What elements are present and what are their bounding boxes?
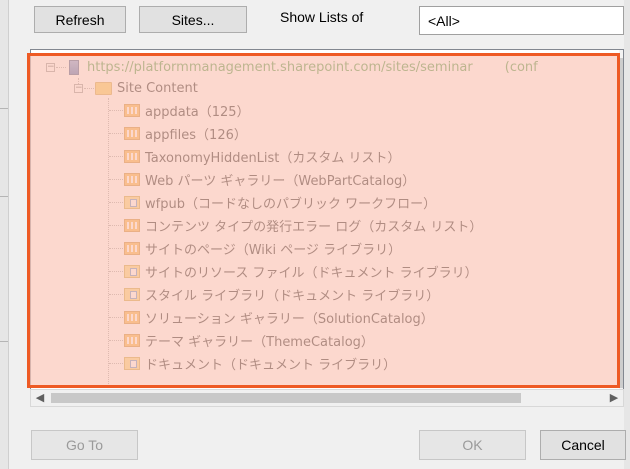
tree-connector [109,202,123,204]
ok-button[interactable]: OK [419,430,526,460]
tree-item-label: appdata（125） [145,105,250,120]
collapse-root-toggle[interactable]: − [46,63,55,72]
list-icon [124,219,140,232]
tree-connector [109,317,123,319]
library-icon [124,265,140,278]
tree-item[interactable]: サイトのリソース ファイル（ドキュメント ライブラリ） [124,261,478,282]
list-icon [124,311,140,324]
tree-item-label: スタイル ライブラリ（ドキュメント ライブラリ） [145,289,440,304]
library-icon [124,288,140,301]
tree-connector [109,294,123,296]
library-icon [124,357,140,370]
site-tree-view[interactable]: − https://platformmanagement.sharepoint.… [30,49,624,393]
collapse-site-content-toggle[interactable]: − [74,84,83,93]
tree-connector [109,156,123,158]
vertical-scrollbar[interactable] [619,50,623,392]
tree-item-label: wfpub（コードなしのパブリック ワークフロー） [145,197,437,212]
tree-item[interactable]: appfiles（126） [124,123,247,144]
go-to-button[interactable]: Go To [31,430,138,460]
site-icon [69,60,79,75]
tree-item[interactable]: Web パーツ ギャラリー（WebPartCatalog） [124,169,415,190]
list-icon [124,150,140,163]
scroll-right-arrow-icon[interactable]: ▶ [605,390,623,406]
tree-item-label: テーマ ギャラリー（ThemeCatalog） [145,335,374,350]
show-lists-select[interactable]: <All> [419,6,624,35]
tree-item[interactable]: wfpub（コードなしのパブリック ワークフロー） [124,192,436,213]
tree-item[interactable]: コンテンツ タイプの発行エラー ログ（カスタム リスト） [124,215,482,236]
tree-root-site[interactable]: https://platformmanagement.sharepoint.co… [69,57,538,78]
divider [0,196,8,197]
divider [0,341,8,342]
tree-item-label: コンテンツ タイプの発行エラー ログ（カスタム リスト） [145,220,483,235]
list-icon [124,334,140,347]
site-url-suffix: (conf [504,60,538,75]
tree-connector [84,88,94,90]
tree-item[interactable]: ドキュメント（ドキュメント ライブラリ） [124,353,396,374]
tree-item[interactable]: テーマ ギャラリー（ThemeCatalog） [124,330,374,351]
tree-connector [108,98,110,392]
site-url: https://platformmanagement.sharepoint.co… [87,60,473,75]
tree-connector [109,133,123,135]
tree-item[interactable]: サイトのページ（Wiki ページ ライブラリ） [124,238,401,259]
divider [0,108,8,109]
list-icon [124,173,140,186]
tree-node-site-content[interactable]: Site Content [95,78,198,99]
folder-icon [95,82,112,95]
library-icon [124,196,140,209]
list-icon [124,242,140,255]
scroll-left-arrow-icon[interactable]: ◀ [31,390,49,406]
horizontal-scrollbar[interactable]: ◀ ▶ [30,389,624,407]
tree-item[interactable]: TaxonomyHiddenList（カスタム リスト） [124,146,401,167]
tree-item-label: Web パーツ ギャラリー（WebPartCatalog） [145,174,416,189]
tree-connector [109,225,123,227]
window-edge [624,0,630,469]
background-window-edge [0,0,9,469]
tree-connector [109,248,123,250]
tree-item[interactable]: スタイル ライブラリ（ドキュメント ライブラリ） [124,284,439,305]
tree-connector [56,67,66,68]
show-lists-label: Show Lists of [280,9,364,25]
sites-button[interactable]: Sites... [139,6,247,33]
tree-connector [109,363,123,365]
tree-item-label: appfiles（126） [145,128,247,143]
list-icon [124,127,140,140]
cancel-button[interactable]: Cancel [540,430,626,460]
tree-connector [109,340,123,342]
tree-connector [109,271,123,273]
tree-item-label: TaxonomyHiddenList（カスタム リスト） [145,151,401,166]
list-icon [124,104,140,117]
vertical-scroll-thumb[interactable] [619,58,623,388]
tree-item-label: ソリューション ギャラリー（SolutionCatalog） [145,312,434,327]
tree-item-label: ドキュメント（ドキュメント ライブラリ） [145,358,397,373]
tree-item[interactable]: appdata（125） [124,100,250,121]
tree-connector [109,179,123,181]
refresh-button[interactable]: Refresh [34,6,126,33]
tree-item-label: サイトのページ（Wiki ページ ライブラリ） [145,243,402,258]
tree-node-label: Site Content [117,81,198,96]
tree-connector [109,110,123,112]
horizontal-scroll-thumb[interactable] [51,393,521,403]
tree-item-label: サイトのリソース ファイル（ドキュメント ライブラリ） [145,266,478,281]
tree-item[interactable]: ソリューション ギャラリー（SolutionCatalog） [124,307,434,328]
